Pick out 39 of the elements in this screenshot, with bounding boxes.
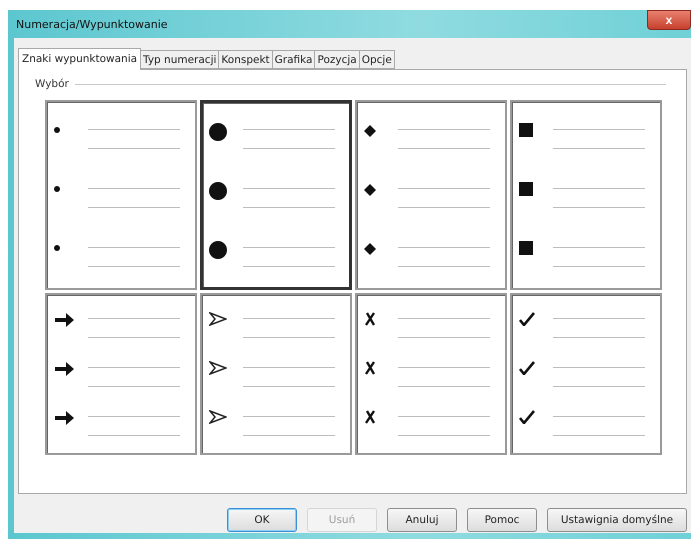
- close-button[interactable]: x: [647, 10, 691, 30]
- tab[interactable]: Konspekt: [218, 50, 273, 69]
- diamond-icon: [364, 184, 376, 196]
- group-title: Wybór: [35, 78, 69, 90]
- square-icon: [519, 123, 533, 138]
- arrow-icon: [54, 312, 74, 328]
- check-icon: [519, 312, 535, 326]
- diamond-icon: [364, 125, 376, 138]
- dot-icon: [54, 127, 60, 134]
- cross-icon: [364, 360, 376, 375]
- dialog-button[interactable]: OK: [227, 508, 297, 532]
- dialog-button[interactable]: Pomoc: [467, 508, 537, 532]
- arrow-icon: [54, 410, 74, 426]
- arrowhead-icon: [209, 360, 227, 375]
- cross-icon: [364, 410, 376, 424]
- tab[interactable]: Opcje: [358, 50, 395, 69]
- dot-icon: [209, 123, 227, 142]
- square-icon: [519, 182, 533, 196]
- diamond-icon: [364, 242, 376, 255]
- bullet-style-option[interactable]: [510, 100, 662, 290]
- check-icon: [519, 360, 535, 375]
- cross-icon: [364, 312, 376, 326]
- tab[interactable]: Pozycja: [314, 50, 360, 69]
- dot-icon: [209, 240, 227, 259]
- window-title: Numeracja/Wypunktowanie: [15, 18, 168, 30]
- dot-icon: [209, 182, 227, 200]
- bullet-style-option[interactable]: [200, 100, 352, 290]
- arrow-icon: [54, 360, 74, 377]
- tab[interactable]: Typ numeracji: [140, 50, 220, 69]
- dialog-button[interactable]: Ustawignia domyślne: [547, 508, 687, 532]
- dialog-button[interactable]: Anuluj: [387, 508, 457, 532]
- square-icon: [519, 240, 533, 255]
- arrowhead-icon: [209, 410, 227, 424]
- arrowhead-icon: [209, 312, 227, 326]
- dot-icon: [54, 186, 60, 192]
- tab[interactable]: Grafika: [272, 50, 316, 69]
- check-icon: [519, 410, 535, 424]
- dot-icon: [54, 244, 60, 251]
- tab[interactable]: Znaki wypunktowania: [18, 48, 142, 70]
